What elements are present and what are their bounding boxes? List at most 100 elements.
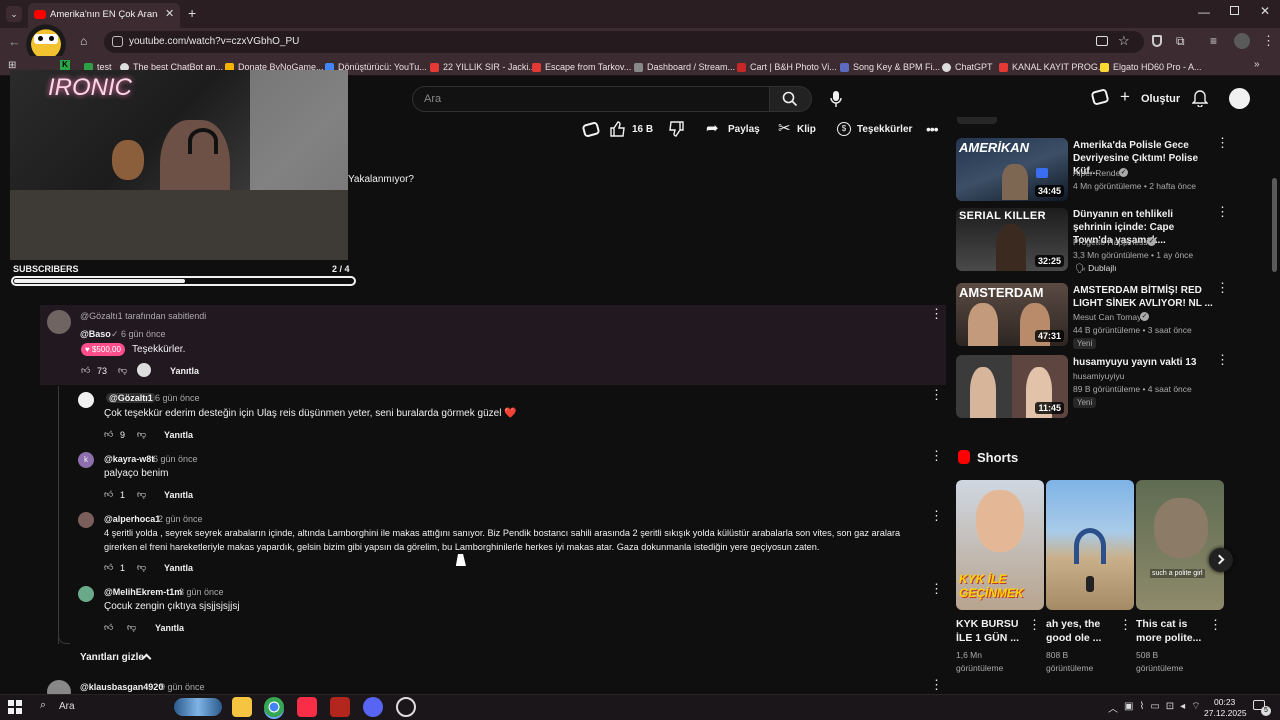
comment-author[interactable]: @klausbasgan4920 [80, 682, 163, 692]
site-info-icon[interactable] [112, 36, 123, 47]
reply-button[interactable]: Yanıtla [164, 563, 193, 573]
thumbs-up-icon[interactable]: 👍︎ [104, 562, 113, 573]
thumbs-up-icon[interactable]: 👍︎ [81, 365, 90, 376]
bookmark-kanal[interactable]: KANAL KAYIT PROG... [999, 60, 1105, 74]
clock-date[interactable]: 27.12.2025 [1204, 708, 1247, 718]
channel-name[interactable]: husamiyuyiyu [1073, 371, 1125, 381]
comment-menu-icon[interactable]: ⋮ [930, 449, 943, 462]
short-menu-icon[interactable]: ⋮ [1119, 618, 1132, 631]
voice-search-button[interactable] [824, 88, 848, 110]
bookmark-22-yillik[interactable]: 22 YILLIK SIR - Jacki... [430, 60, 536, 74]
video-title[interactable]: husamyuyu yayın vakti 13 [1073, 356, 1213, 369]
short-menu-icon[interactable]: ⋮ [1028, 618, 1041, 631]
channel-name[interactable]: Progetto Happiness [1073, 237, 1148, 247]
short-title-line1[interactable]: KYK BURSU [956, 618, 1018, 630]
home-icon[interactable]: ⌂ [80, 34, 87, 48]
comment-author[interactable]: @kayra-w8t [104, 454, 154, 464]
chrome-icon[interactable] [264, 697, 284, 717]
video-thumbnail[interactable]: SERIAL KILLER 32:25 [956, 208, 1068, 271]
comment-time[interactable]: 2 gün önce [158, 514, 203, 524]
comment-author[interactable]: @alperhoca1 [104, 514, 160, 524]
comment-time[interactable]: 9 gün önce [160, 682, 205, 692]
comment-time[interactable]: 3 gün önce [179, 587, 224, 597]
voicemeeter-icon[interactable] [330, 697, 350, 717]
video-thumbnail[interactable]: 11:45 [956, 355, 1068, 418]
comment-menu-icon[interactable]: ⋮ [930, 582, 943, 595]
thumbs-up-icon[interactable]: 👍︎ [104, 622, 113, 633]
search-input[interactable]: Ara [412, 86, 770, 112]
comment-author[interactable]: @MelihEkrem-t1m [104, 587, 182, 597]
search-button[interactable] [770, 86, 812, 112]
thumbs-down-icon[interactable]: 👎︎ [118, 365, 127, 376]
avatar[interactable]: k [78, 452, 94, 468]
more-actions-icon[interactable]: ••• [926, 121, 939, 137]
reply-button[interactable]: Yanıtla [170, 366, 199, 376]
comment-menu-icon[interactable]: ⋮ [930, 388, 943, 401]
video-menu-icon[interactable]: ⋮ [1216, 281, 1229, 294]
page-scrollbar[interactable] [1272, 178, 1277, 272]
short-title-line2[interactable]: İLE 1 GÜN ... [956, 632, 1019, 644]
shield-icon[interactable] [1152, 35, 1162, 47]
comment-author[interactable]: @Gözaltı1 [106, 393, 156, 403]
reply-button[interactable]: Yanıtla [155, 623, 184, 633]
bookmark-songkey[interactable]: Song Key & BPM Fi... [840, 60, 940, 74]
chrome-menu-icon[interactable]: ⋮ [1262, 33, 1275, 49]
comment-menu-icon[interactable]: ⋮ [930, 509, 943, 522]
short-title-line1[interactable]: ah yes, the [1046, 618, 1100, 630]
account-avatar[interactable] [1229, 88, 1250, 109]
back-icon[interactable]: ← [8, 34, 21, 49]
thumbs-up-icon[interactable]: 👍︎ [104, 429, 113, 440]
dislike-button[interactable] [668, 121, 686, 139]
thumbs-down-icon[interactable]: 👎︎ [137, 562, 146, 573]
reply-button[interactable]: Yanıtla [164, 490, 193, 500]
video-thumbnail[interactable]: AMSTERDAM 47:31 [956, 283, 1068, 346]
install-app-icon[interactable] [1096, 36, 1108, 46]
short-title-line2[interactable]: good ole ... [1046, 632, 1101, 644]
bookmark-bh[interactable]: Cart | B&H Photo Vi... [737, 60, 837, 74]
minimize-button[interactable]: — [1198, 5, 1210, 19]
channel-name[interactable]: Alper Rende [1073, 168, 1120, 178]
short-thumbnail[interactable] [1046, 480, 1134, 610]
clock-time[interactable]: 00:23 [1214, 697, 1235, 707]
thumbs-down-icon[interactable]: 👎︎ [137, 489, 146, 500]
bookmark-tarkov[interactable]: Escape from Tarkov... [532, 60, 631, 74]
obs-icon[interactable] [396, 697, 416, 717]
notifications-button[interactable] [1192, 90, 1210, 108]
restore-button[interactable] [1230, 6, 1239, 15]
reply-button[interactable]: Yanıtla [164, 430, 193, 440]
video-menu-icon[interactable]: ⋮ [1216, 136, 1229, 149]
start-button[interactable] [8, 700, 22, 714]
short-thumbnail[interactable]: KYK İLE GEÇİNMEK [956, 480, 1044, 610]
tab-close-icon[interactable]: ✕ [165, 7, 174, 20]
short-menu-icon[interactable]: ⋮ [1209, 618, 1222, 631]
bookmark-elgato[interactable]: Elgato HD60 Pro - A... [1100, 60, 1202, 74]
avatar[interactable] [78, 512, 94, 528]
new-tab-button[interactable]: + [188, 5, 196, 21]
extensions-icon[interactable]: ⧉ [1176, 34, 1185, 49]
bookmark-dashboard[interactable]: Dashboard / Stream... [634, 60, 735, 74]
address-bar[interactable]: youtube.com/watch?v=czxVGbhO_PU ☆ [104, 31, 1144, 53]
comment-author[interactable]: @Baso [80, 329, 111, 339]
shorts-next-button[interactable] [1209, 548, 1233, 572]
video-thumbnail[interactable]: AMERİKAN 34:45 [956, 138, 1068, 201]
media-controls-icon[interactable]: ≡ [1210, 34, 1217, 48]
avatar[interactable] [47, 310, 71, 334]
taskbar-search[interactable]: ⌕ Ara [34, 697, 224, 717]
short-title-line1[interactable]: This cat is [1136, 618, 1187, 630]
tab-list-button[interactable]: ⌄ [6, 6, 22, 22]
video-title[interactable]: AMSTERDAM BİTMİŞ! RED LIGHT SİNEK AVLIYO… [1073, 284, 1213, 310]
discord-icon[interactable] [363, 697, 383, 717]
comment-time[interactable]: 6 gün önce [155, 393, 200, 403]
avatar[interactable] [78, 586, 94, 602]
comment-menu-icon[interactable]: ⋮ [930, 307, 943, 320]
thumbs-down-icon[interactable]: 👎︎ [137, 429, 146, 440]
thumbs-down-icon[interactable]: 👎︎ [127, 622, 136, 633]
video-menu-icon[interactable]: ⋮ [1216, 205, 1229, 218]
comment-menu-icon[interactable]: ⋮ [930, 678, 943, 691]
comment-time[interactable]: 6 gün önce [121, 329, 166, 339]
more-bookmarks-icon[interactable]: » [1254, 59, 1260, 70]
thumbs-up-icon[interactable]: 👍︎ [104, 489, 113, 500]
avatar[interactable] [78, 392, 94, 408]
video-player[interactable]: IRONIC [10, 70, 348, 260]
comment-time[interactable]: 6 gün önce [153, 454, 198, 464]
